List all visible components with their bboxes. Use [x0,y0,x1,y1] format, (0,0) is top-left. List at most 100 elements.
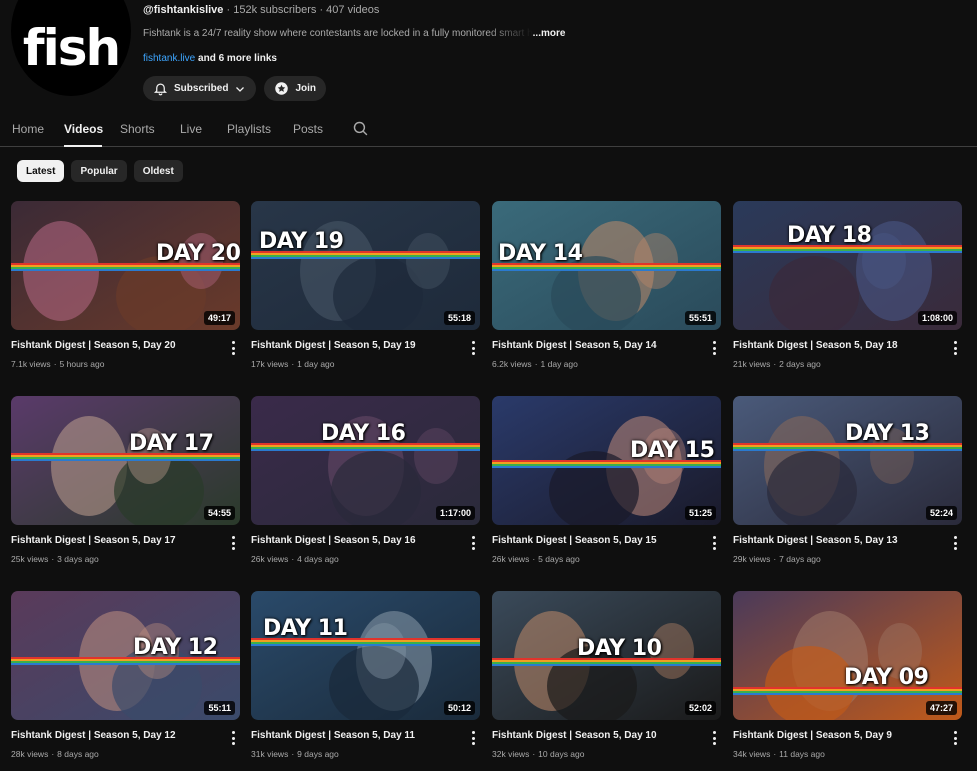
stats-separator: · [291,359,295,369]
stats-separator: · [773,359,777,369]
video-card[interactable]: DAY 12 55:11 Fishtank Digest | Season 5, D… [11,591,240,759]
video-card[interactable]: DAY 13 52:24 Fishtank Digest | Season 5, D… [733,396,962,564]
video-title[interactable]: Fishtank Digest | Season 5, Day 19 [251,340,416,351]
video-card[interactable]: DAY 14 55:51 Fishtank Digest | Season 5, D… [492,201,721,369]
tab-videos[interactable]: Videos [64,122,103,136]
video-thumbnail[interactable]: DAY 16 1:17:00 [251,396,480,525]
video-count: 407 videos [326,4,380,16]
video-title[interactable]: Fishtank Digest | Season 5, Day 14 [492,340,657,351]
filter-latest[interactable]: Latest [17,160,65,182]
video-duration: 50:12 [443,701,475,715]
tab-posts[interactable]: Posts [293,122,323,136]
stats-separator: · [291,749,295,759]
video-thumbnail[interactable]: DAY 12 55:11 [11,591,240,720]
video-stats: 26k views · 4 days ago [251,554,339,564]
video-title[interactable]: Fishtank Digest | Season 5, Day 10 [492,730,657,741]
join-badge-icon [275,82,289,95]
video-thumbnail[interactable]: DAY 19 55:18 [251,201,480,330]
description-more-link[interactable]: ...more [533,28,566,39]
video-age: 1 day ago [297,359,335,369]
filter-popular[interactable]: Popular [71,160,127,182]
video-duration: 52:02 [684,701,716,715]
filter-oldest[interactable]: Oldest [133,160,183,182]
video-title[interactable]: Fishtank Digest | Season 5, Day 12 [11,730,176,741]
meta-separator: · [226,4,231,16]
video-title[interactable]: Fishtank Digest | Season 5, Day 16 [251,535,416,546]
video-age: 8 days ago [57,749,99,759]
more-actions-icon[interactable] [470,536,476,550]
more-actions-icon[interactable] [952,731,958,745]
video-title[interactable]: Fishtank Digest | Season 5, Day 11 [251,730,415,741]
video-card[interactable]: DAY 09 47:27 Fishtank Digest | Season 5, D… [733,591,962,759]
tab-home[interactable]: Home [12,122,44,136]
video-age: 5 days ago [538,554,580,564]
more-actions-icon[interactable] [952,536,958,550]
video-card[interactable]: DAY 11 50:12 Fishtank Digest | Season 5, D… [251,591,480,759]
more-actions-icon[interactable] [711,731,717,745]
video-views: 32k views [492,749,530,759]
video-title[interactable]: Fishtank Digest | Season 5, Day 20 [11,340,176,351]
video-duration: 54:55 [203,506,235,520]
video-thumbnail[interactable]: DAY 18 1:08:00 [733,201,962,330]
more-actions-icon[interactable] [230,731,236,745]
tab-shorts[interactable]: Shorts [120,122,155,136]
more-actions-icon[interactable] [470,731,476,745]
video-views: 21k views [733,359,771,369]
more-links-link[interactable]: and 6 more links [198,53,277,64]
video-age: 1 day ago [540,359,578,369]
channel-link[interactable]: fishtank.live [143,53,195,64]
video-thumbnail[interactable]: DAY 11 50:12 [251,591,480,720]
join-button[interactable]: Join [264,76,327,101]
video-card[interactable]: DAY 10 52:02 Fishtank Digest | Season 5, D… [492,591,721,759]
video-thumbnail[interactable]: DAY 10 52:02 [492,591,721,720]
video-views: 34k views [733,749,771,759]
video-duration: 55:11 [204,701,235,715]
video-title[interactable]: Fishtank Digest | Season 5, Day 15 [492,535,657,546]
video-thumbnail[interactable]: DAY 09 47:27 [733,591,962,720]
video-card[interactable]: DAY 20 49:17 Fishtank Digest | Season 5, D… [11,201,240,369]
thumbnail-day-text: DAY 20 [156,241,240,266]
more-actions-icon[interactable] [230,536,236,550]
stats-separator: · [51,554,55,564]
more-actions-icon[interactable] [711,536,717,550]
video-title[interactable]: Fishtank Digest | Season 5, Day 13 [733,535,898,546]
video-card[interactable]: DAY 18 1:08:00 Fishtank Digest | Season 5,… [733,201,962,369]
video-card[interactable]: DAY 19 55:18 Fishtank Digest | Season 5, D… [251,201,480,369]
video-title[interactable]: Fishtank Digest | Season 5, Day 9 [733,730,892,741]
video-card[interactable]: DAY 16 1:17:00 Fishtank Digest | Season 5,… [251,396,480,564]
video-thumbnail[interactable]: DAY 15 51:25 [492,396,721,525]
channel-handle: @fishtankislive [143,4,224,16]
video-card[interactable]: DAY 15 51:25 Fishtank Digest | Season 5, D… [492,396,721,564]
video-stats: 21k views · 2 days ago [733,359,821,369]
thumbnail-day-text: DAY 14 [498,241,583,266]
video-views: 7.1k views [11,359,51,369]
more-actions-icon[interactable] [711,341,717,355]
more-actions-icon[interactable] [470,341,476,355]
thumbnail-day-text: DAY 13 [845,421,930,446]
search-icon[interactable] [352,120,369,142]
video-thumbnail[interactable]: DAY 20 49:17 [11,201,240,330]
video-thumbnail[interactable]: DAY 14 55:51 [492,201,721,330]
video-age: 11 days ago [779,749,825,759]
more-actions-icon[interactable] [952,341,958,355]
video-thumbnail[interactable]: DAY 17 54:55 [11,396,240,525]
video-title[interactable]: Fishtank Digest | Season 5, Day 18 [733,340,898,351]
video-duration: 1:08:00 [917,311,957,325]
video-views: 6.2k views [492,359,532,369]
thumbnail-day-text: DAY 17 [129,431,214,456]
subscribed-button[interactable]: Subscribed [143,76,257,101]
tab-playlists[interactable]: Playlists [227,122,271,136]
thumbnail-day-text: DAY 09 [844,665,929,690]
tab-live[interactable]: Live [180,122,202,136]
thumbnail-day-text: DAY 10 [577,636,662,661]
channel-description[interactable]: Fishtank is a 24/7 reality show where co… [143,28,613,39]
more-actions-icon[interactable] [230,341,236,355]
video-thumbnail[interactable]: DAY 13 52:24 [733,396,962,525]
video-views: 17k views [251,359,289,369]
video-stats: 28k views · 8 days ago [11,749,99,759]
video-title[interactable]: Fishtank Digest | Season 5, Day 17 [11,535,176,546]
video-card[interactable]: DAY 17 54:55 Fishtank Digest | Season 5, D… [11,396,240,564]
subscriber-count: 152k subscribers [233,4,317,16]
video-age: 4 days ago [297,554,339,564]
channel-avatar[interactable]: fish [11,0,131,96]
